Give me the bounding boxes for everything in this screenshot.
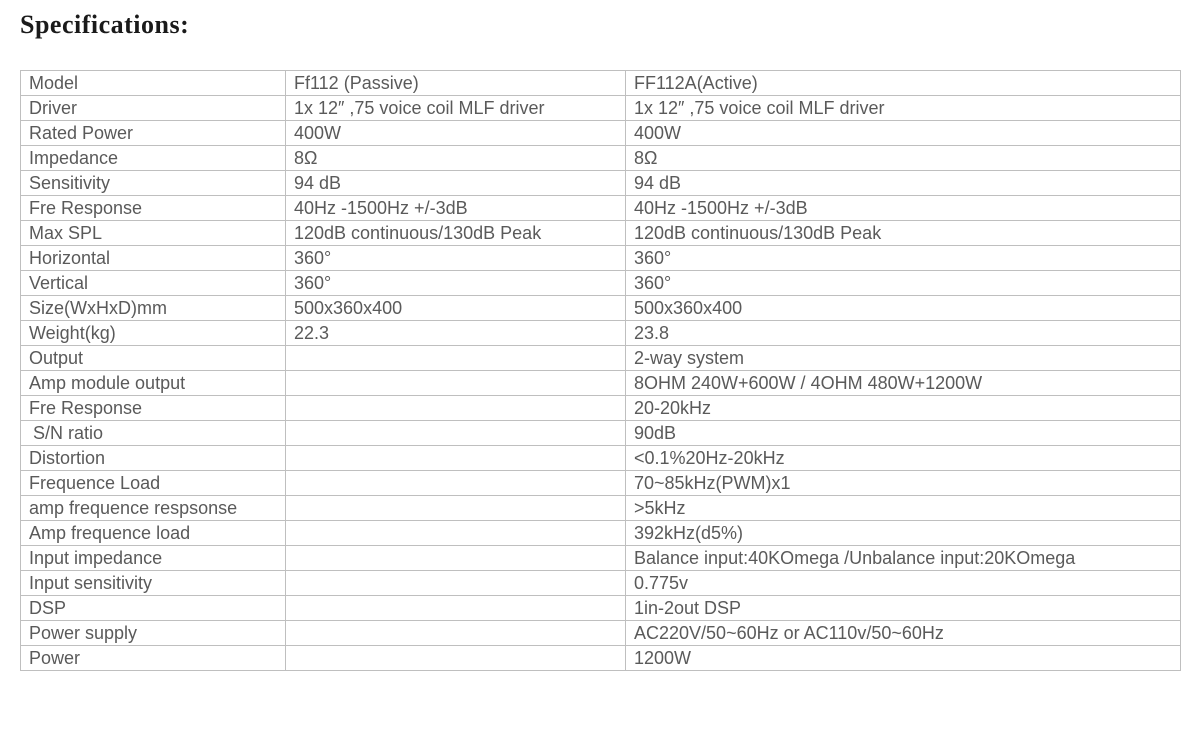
table-row: Max SPL120dB continuous/130dB Peak120dB … xyxy=(21,221,1181,246)
spec-value-active: 500x360x400 xyxy=(626,296,1181,321)
spec-value-passive xyxy=(286,646,626,671)
spec-label: Vertical xyxy=(21,271,286,296)
table-row: Impedance8Ω8Ω xyxy=(21,146,1181,171)
spec-label: Driver xyxy=(21,96,286,121)
spec-value-active: >5kHz xyxy=(626,496,1181,521)
spec-label: amp frequence respsonse xyxy=(21,496,286,521)
spec-value-active: 70~85kHz(PWM)x1 xyxy=(626,471,1181,496)
spec-label: Max SPL xyxy=(21,221,286,246)
spec-label: Input sensitivity xyxy=(21,571,286,596)
spec-label: Model xyxy=(21,71,286,96)
spec-value-active: 23.8 xyxy=(626,321,1181,346)
spec-value-active: Balance input:40KOmega /Unbalance input:… xyxy=(626,546,1181,571)
spec-value-active: 360° xyxy=(626,271,1181,296)
spec-value-active: 94 dB xyxy=(626,171,1181,196)
spec-value-active: 2-way system xyxy=(626,346,1181,371)
spec-value-active: 20-20kHz xyxy=(626,396,1181,421)
table-row: Output 2-way system xyxy=(21,346,1181,371)
spec-label: Amp module output xyxy=(21,371,286,396)
spec-value-passive: 94 dB xyxy=(286,171,626,196)
spec-value-passive xyxy=(286,546,626,571)
spec-value-passive xyxy=(286,421,626,446)
spec-value-active: 1in-2out DSP xyxy=(626,596,1181,621)
table-row: Amp frequence load 392kHz(d5%) xyxy=(21,521,1181,546)
spec-value-passive xyxy=(286,471,626,496)
table-row: Rated Power400W400W xyxy=(21,121,1181,146)
table-row: DSP 1in-2out DSP xyxy=(21,596,1181,621)
spec-value-active: 90dB xyxy=(626,421,1181,446)
spec-label: Sensitivity xyxy=(21,171,286,196)
spec-label: Fre Response xyxy=(21,396,286,421)
table-row: Power supply AC220V/50~60Hz or AC110v/50~… xyxy=(21,621,1181,646)
table-row: Input impedance Balance input:40KOmega /U… xyxy=(21,546,1181,571)
spec-value-passive: 40Hz -1500Hz +/-3dB xyxy=(286,196,626,221)
spec-value-active: <0.1%20Hz-20kHz xyxy=(626,446,1181,471)
spec-value-active: 8OHM 240W+600W / 4OHM 480W+1200W xyxy=(626,371,1181,396)
spec-label: Input impedance xyxy=(21,546,286,571)
spec-value-passive: 120dB continuous/130dB Peak xyxy=(286,221,626,246)
spec-value-active: 40Hz -1500Hz +/-3dB xyxy=(626,196,1181,221)
table-row: amp frequence respsonse >5kHz xyxy=(21,496,1181,521)
table-row: Input sensitivity 0.775v xyxy=(21,571,1181,596)
spec-value-active: FF112A(Active) xyxy=(626,71,1181,96)
spec-value-active: 8Ω xyxy=(626,146,1181,171)
spec-value-passive: 360° xyxy=(286,246,626,271)
table-row: Power 1200W xyxy=(21,646,1181,671)
page-title: Specifications: xyxy=(20,10,1182,40)
spec-label: Weight(kg) xyxy=(21,321,286,346)
table-row: Sensitivity94 dB94 dB xyxy=(21,171,1181,196)
spec-value-active: 120dB continuous/130dB Peak xyxy=(626,221,1181,246)
spec-label: Distortion xyxy=(21,446,286,471)
spec-value-passive: 500x360x400 xyxy=(286,296,626,321)
spec-value-passive xyxy=(286,496,626,521)
spec-label: DSP xyxy=(21,596,286,621)
spec-value-active: 392kHz(d5%) xyxy=(626,521,1181,546)
spec-value-passive xyxy=(286,621,626,646)
spec-label: Output xyxy=(21,346,286,371)
table-row: S/N ratio 90dB xyxy=(21,421,1181,446)
spec-value-passive xyxy=(286,521,626,546)
table-row: Weight(kg)22.323.8 xyxy=(21,321,1181,346)
table-row: Distortion <0.1%20Hz-20kHz xyxy=(21,446,1181,471)
table-row: Frequence Load 70~85kHz(PWM)x1 xyxy=(21,471,1181,496)
spec-label: Power supply xyxy=(21,621,286,646)
spec-label: S/N ratio xyxy=(21,421,286,446)
spec-label: Horizontal xyxy=(21,246,286,271)
spec-value-active: 1200W xyxy=(626,646,1181,671)
spec-label: Frequence Load xyxy=(21,471,286,496)
table-row: Fre Response 20-20kHz xyxy=(21,396,1181,421)
spec-label: Fre Response xyxy=(21,196,286,221)
spec-value-passive xyxy=(286,571,626,596)
spec-value-active: AC220V/50~60Hz or AC110v/50~60Hz xyxy=(626,621,1181,646)
spec-value-passive: 1x 12″ ,75 voice coil MLF driver xyxy=(286,96,626,121)
spec-label: Power xyxy=(21,646,286,671)
specifications-table: ModelFf112 (Passive)FF112A(Active)Driver… xyxy=(20,70,1181,671)
spec-value-passive: Ff112 (Passive) xyxy=(286,71,626,96)
spec-value-passive xyxy=(286,346,626,371)
spec-value-passive xyxy=(286,596,626,621)
spec-value-passive: 8Ω xyxy=(286,146,626,171)
spec-value-active: 1x 12″ ,75 voice coil MLF driver xyxy=(626,96,1181,121)
spec-value-passive: 360° xyxy=(286,271,626,296)
spec-value-passive xyxy=(286,446,626,471)
spec-label: Impedance xyxy=(21,146,286,171)
spec-value-passive: 22.3 xyxy=(286,321,626,346)
spec-value-passive xyxy=(286,396,626,421)
spec-label: Size(WxHxD)mm xyxy=(21,296,286,321)
spec-label: Rated Power xyxy=(21,121,286,146)
table-row: Vertical360°360° xyxy=(21,271,1181,296)
spec-label: Amp frequence load xyxy=(21,521,286,546)
table-row: Size(WxHxD)mm500x360x400500x360x400 xyxy=(21,296,1181,321)
table-row: Amp module output 8OHM 240W+600W / 4OHM 4… xyxy=(21,371,1181,396)
table-row: Driver1x 12″ ,75 voice coil MLF driver1x… xyxy=(21,96,1181,121)
table-row: Horizontal360°360° xyxy=(21,246,1181,271)
table-row: ModelFf112 (Passive)FF112A(Active) xyxy=(21,71,1181,96)
spec-value-active: 360° xyxy=(626,246,1181,271)
table-row: Fre Response40Hz -1500Hz +/-3dB40Hz -150… xyxy=(21,196,1181,221)
spec-value-active: 400W xyxy=(626,121,1181,146)
spec-value-passive xyxy=(286,371,626,396)
spec-value-passive: 400W xyxy=(286,121,626,146)
spec-value-active: 0.775v xyxy=(626,571,1181,596)
